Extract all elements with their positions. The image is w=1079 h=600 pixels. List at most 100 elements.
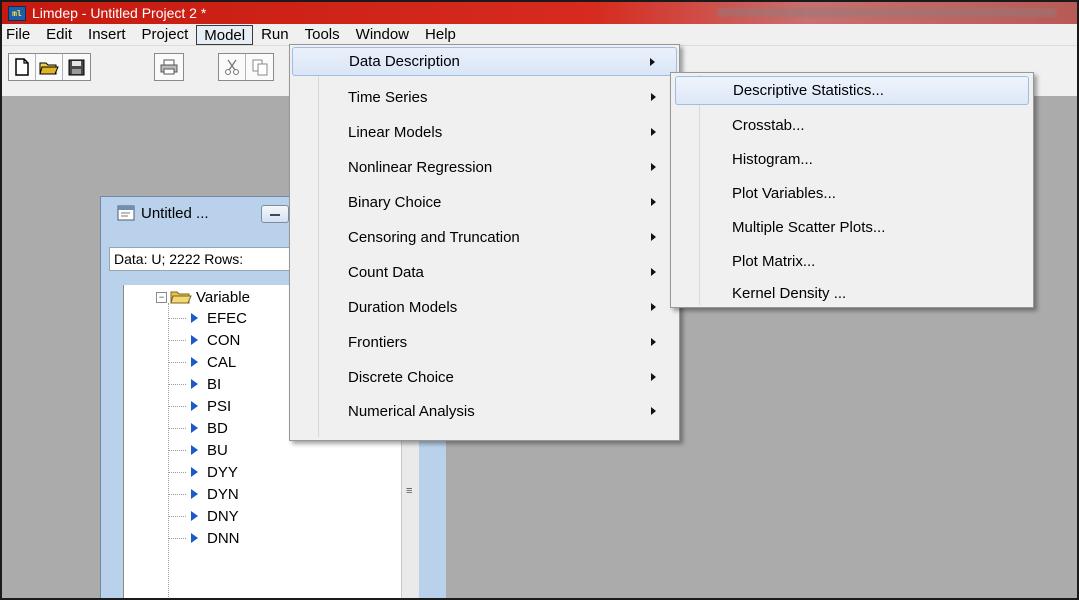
tree-node-label: CON [207,331,241,349]
tree-node-label: BU [207,441,228,459]
submenu-arrow-icon [651,163,656,171]
app-window: ml Limdep - Untitled Project 2 * File Ed… [0,0,1079,600]
print-icon [160,59,177,75]
save-button[interactable] [63,54,90,80]
project-window-icon [117,205,135,221]
copy-icon [252,59,267,76]
tree-branch-line [168,317,186,319]
menu-run[interactable]: Run [253,25,297,45]
tree-node[interactable]: BD [168,417,228,439]
menu-edit[interactable]: Edit [38,25,80,45]
tree-node[interactable]: DYN [168,483,239,505]
child-window-title: Untitled ... [141,204,209,222]
menu-item-label: Time Series [348,89,428,106]
menu-item-histogram[interactable]: Histogram... [675,145,1029,174]
new-file-icon [15,58,29,76]
tree-node[interactable]: EFEC [168,307,247,329]
menu-item-plot-variables[interactable]: Plot Variables... [675,179,1029,208]
variable-arrow-icon [191,445,198,455]
tree-branch-line [168,493,186,495]
menu-item-data-description[interactable]: Data Description [292,47,677,76]
tree-node[interactable]: BU [168,439,228,461]
variable-arrow-icon [191,401,198,411]
menu-item-binary-choice[interactable]: Binary Choice [292,188,677,217]
variable-arrow-icon [191,511,198,521]
collapse-icon[interactable]: − [156,291,167,303]
menu-project[interactable]: Project [134,25,197,45]
menu-item-crosstab[interactable]: Crosstab... [675,111,1029,140]
menu-insert[interactable]: Insert [80,25,134,45]
menu-item-time-series[interactable]: Time Series [292,83,677,112]
tree-branch-line [168,449,186,451]
tree-node-label: DYN [207,485,239,503]
menu-item-label: Linear Models [348,124,443,141]
variable-arrow-icon [191,313,198,323]
toolbar-edit-group [218,53,274,81]
submenu-arrow-icon [651,93,656,101]
menu-item-label: Discrete Choice [348,369,454,386]
print-button[interactable] [155,54,182,80]
menu-item-label: Descriptive Statistics... [733,82,884,99]
menu-item-nonlinear-regression[interactable]: Nonlinear Regression [292,153,677,182]
cut-icon [225,59,239,75]
menu-item-numerical-analysis[interactable]: Numerical Analysis [292,397,677,426]
menu-item-label: Multiple Scatter Plots... [732,219,886,236]
menu-help[interactable]: Help [417,25,464,45]
window-title: Limdep - Untitled Project 2 * [32,5,207,21]
model-menu-dropdown: Data Description Time Series Linear Mode… [289,44,680,441]
menu-item-label: Plot Variables... [732,185,836,202]
menu-file[interactable]: File [2,25,38,45]
submenu-arrow-icon [651,198,656,206]
tree-node-label: EFEC [207,309,248,327]
tree-root-variables[interactable]: − Variable [156,287,250,307]
new-file-button[interactable] [9,54,36,80]
menu-item-duration-models[interactable]: Duration Models [292,293,677,322]
tree-branch-line [168,339,186,341]
submenu-arrow-icon [651,268,656,276]
submenu-arrow-icon [650,58,655,66]
menu-item-label: Histogram... [732,151,813,168]
toolbar-print-group [154,53,184,81]
menu-item-descriptive-statistics[interactable]: Descriptive Statistics... [675,76,1029,105]
scrollbar-grip[interactable]: ≡ [406,485,412,497]
menu-window[interactable]: Window [348,25,417,45]
tree-node[interactable]: DNN [168,527,240,549]
variable-arrow-icon [191,467,198,477]
tree-node[interactable]: DYY [168,461,238,483]
variable-arrow-icon [191,335,198,345]
menu-model[interactable]: Model [196,24,254,45]
tree-node-label: DNY [207,507,239,525]
submenu-arrow-icon [651,373,656,381]
menu-item-count-data[interactable]: Count Data [292,258,677,287]
menu-item-frontiers[interactable]: Frontiers [292,328,677,357]
tree-node[interactable]: BI [168,373,221,395]
menu-item-multiple-scatter-plots[interactable]: Multiple Scatter Plots... [675,213,1029,242]
open-button[interactable] [36,54,63,80]
menu-item-label: Frontiers [348,334,408,351]
menu-item-discrete-choice[interactable]: Discrete Choice [292,363,677,392]
open-folder-icon [39,62,59,75]
menu-item-plot-matrix[interactable]: Plot Matrix... [675,247,1029,276]
menu-item-censoring-truncation[interactable]: Censoring and Truncation [292,223,677,252]
copy-button[interactable] [246,54,273,80]
tree-branch-line [168,361,186,363]
save-icon [68,59,85,75]
menu-item-kernel-density[interactable]: Kernel Density ... [675,279,1029,308]
tree-node[interactable]: CON [168,329,240,351]
menu-tools[interactable]: Tools [297,25,348,45]
menu-item-linear-models[interactable]: Linear Models [292,118,677,147]
submenu-arrow-icon [651,233,656,241]
tree-branch-line [168,471,186,473]
tree-node[interactable]: DNY [168,505,239,527]
cut-button[interactable] [219,54,246,80]
title-bar[interactable]: ml Limdep - Untitled Project 2 * [2,2,1077,24]
menu-item-label: Plot Matrix... [732,253,816,270]
submenu-arrow-icon [651,338,656,346]
limdep-app-icon: ml [8,5,26,21]
tree-node-label: DNN [207,529,240,547]
menu-item-label: Kernel Density ... [732,285,847,302]
minimize-icon [270,214,280,216]
tree-node[interactable]: CAL [168,351,236,373]
child-minimize-button[interactable] [261,205,289,223]
tree-node[interactable]: PSI [168,395,231,417]
